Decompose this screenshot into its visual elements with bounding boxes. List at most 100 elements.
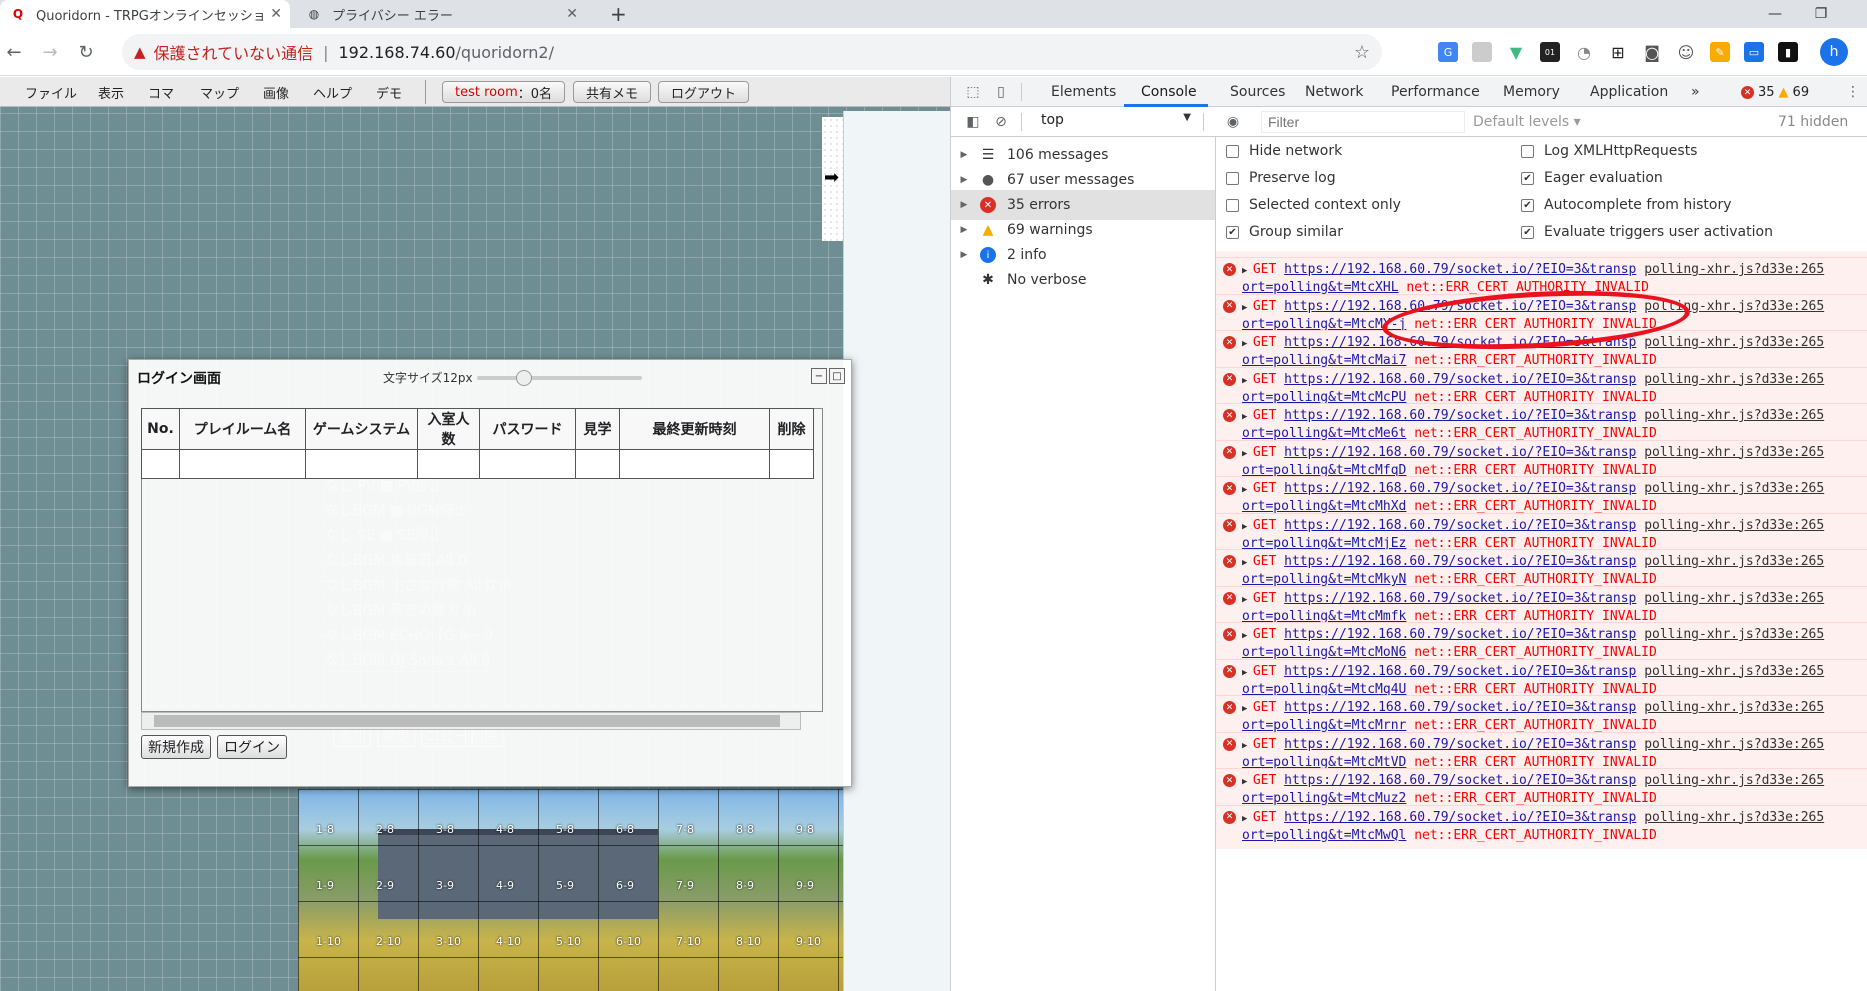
source-link[interactable]: polling-xhr.js?d33e:265 <box>1644 518 1824 533</box>
request-url[interactable]: https://192.168.60.79/socket.io/?EIO=3&t… <box>1284 810 1636 825</box>
request-url[interactable]: https://192.168.60.79/socket.io/?EIO=3&t… <box>1284 262 1636 277</box>
menu-file[interactable]: ファイル <box>25 83 77 102</box>
shared-memo-button[interactable]: 共有メモ <box>573 81 652 103</box>
binary-extension-icon[interactable]: 01 <box>1540 42 1560 62</box>
expand-triangle-icon[interactable]: ▶ <box>951 225 977 235</box>
clock-extension-icon[interactable]: ◔ <box>1574 42 1594 62</box>
request-url[interactable]: https://192.168.60.79/socket.io/?EIO=3&t… <box>1284 445 1636 460</box>
expand-triangle-icon[interactable]: ▶ <box>951 175 977 185</box>
inspect-element-icon[interactable]: ⬚ <box>963 82 983 102</box>
expand-triangle-icon[interactable]: ▶ <box>1242 266 1253 276</box>
request-url[interactable]: https://192.168.60.79/socket.io/?EIO=3&t… <box>1284 737 1636 752</box>
issue-counter[interactable]: ✕ 35 ▲ 69 <box>1741 85 1809 100</box>
close-tab-icon[interactable]: ✕ <box>270 6 282 22</box>
bookmark-extension-icon[interactable]: ▮ <box>1778 42 1798 62</box>
context-selector[interactable]: top ▼ <box>1041 112 1191 132</box>
sidebar-item-bug[interactable]: ✱ No verbose <box>951 265 1215 295</box>
source-link[interactable]: polling-xhr.js?d33e:265 <box>1644 627 1824 642</box>
expand-triangle-icon[interactable]: ▶ <box>1242 704 1253 714</box>
expand-triangle-icon[interactable]: ▶ <box>1242 339 1253 349</box>
request-url[interactable]: https://192.168.60.79/socket.io/?EIO=3&t… <box>1284 408 1636 423</box>
menu-view[interactable]: 表示 <box>98 83 124 102</box>
menu-demo[interactable]: デモ <box>376 83 402 102</box>
expand-triangle-icon[interactable]: ▶ <box>951 200 977 210</box>
network-extension-icon[interactable]: ⊞ <box>1608 42 1628 62</box>
menu-help[interactable]: ヘルプ <box>313 83 352 102</box>
menu-image[interactable]: 画像 <box>263 83 289 102</box>
expand-triangle-icon[interactable]: ▶ <box>1242 631 1253 641</box>
source-link[interactable]: polling-xhr.js?d33e:265 <box>1644 481 1824 496</box>
tab-quoridorn[interactable]: Q Quoridorn - TRPGオンラインセッショ ✕ <box>0 0 290 28</box>
expand-triangle-icon[interactable]: ▶ <box>951 250 977 260</box>
tab-elements[interactable]: Elements <box>1051 84 1116 100</box>
setting-checkbox[interactable]: Preserve log <box>1226 170 1336 186</box>
source-link[interactable]: polling-xhr.js?d33e:265 <box>1644 664 1824 679</box>
kebab-menu-icon[interactable]: ⋮ <box>1843 82 1863 102</box>
table-horizontal-scrollbar[interactable] <box>141 712 801 730</box>
expand-triangle-icon[interactable]: ▶ <box>1242 412 1253 422</box>
minimize-icon[interactable]: — <box>1752 0 1798 28</box>
reload-icon[interactable]: ↻ <box>74 40 98 64</box>
expand-triangle-icon[interactable]: ▶ <box>1242 376 1253 386</box>
table-row[interactable] <box>141 449 814 479</box>
expand-triangle-icon[interactable]: ▶ <box>1242 668 1253 678</box>
source-link[interactable]: polling-xhr.js?d33e:265 <box>1644 773 1824 788</box>
checked-box-icon[interactable]: ✔ <box>1521 198 1534 212</box>
pencil-extension-icon[interactable]: ✎ <box>1710 42 1730 62</box>
table-header[interactable]: ゲームシステム <box>305 408 418 450</box>
expand-triangle-icon[interactable]: ▶ <box>1242 741 1253 751</box>
unchecked-box-icon[interactable] <box>1521 144 1534 158</box>
request-url[interactable]: https://192.168.60.79/socket.io/?EIO=3&t… <box>1284 664 1636 679</box>
logout-button[interactable]: ログアウト <box>658 81 750 103</box>
expand-triangle-icon[interactable]: ▶ <box>1242 303 1253 313</box>
source-link[interactable]: polling-xhr.js?d33e:265 <box>1644 445 1824 460</box>
bookmark-star-icon[interactable]: ☆ <box>1354 42 1370 63</box>
log-levels-dropdown[interactable]: Default levels ▾ <box>1473 114 1581 130</box>
scrollbar-thumb[interactable] <box>154 715 780 727</box>
new-tab-button[interactable]: + <box>600 0 630 28</box>
source-link[interactable]: polling-xhr.js?d33e:265 <box>1644 408 1824 423</box>
login-button[interactable]: ログイン <box>217 735 287 759</box>
source-link[interactable]: polling-xhr.js?d33e:265 <box>1644 335 1824 350</box>
console-filter-input[interactable] <box>1261 111 1465 133</box>
translate-extension-icon[interactable]: G <box>1438 42 1458 62</box>
unchecked-box-icon[interactable] <box>1226 144 1239 158</box>
tab-console[interactable]: Console <box>1141 84 1197 100</box>
new-room-button[interactable]: 新規作成 <box>141 735 211 759</box>
camera-icon[interactable]: ◙ <box>1642 42 1662 62</box>
request-url[interactable]: https://192.168.60.79/socket.io/?EIO=3&t… <box>1284 554 1636 569</box>
room-info-button[interactable]: test room ：0名 <box>442 81 566 103</box>
console-error-row[interactable]: ✕ ▶ GET https://192.168.60.79/socket.io/?… <box>1216 804 1867 849</box>
maximize-dialog-icon[interactable]: □ <box>829 368 845 384</box>
tab-performance[interactable]: Performance <box>1391 84 1480 100</box>
table-header[interactable]: 削除 <box>769 408 814 450</box>
request-url[interactable]: https://192.168.60.79/socket.io/?EIO=3&t… <box>1284 700 1636 715</box>
restore-icon[interactable]: ❐ <box>1798 0 1844 28</box>
expand-triangle-icon[interactable]: ▶ <box>1242 522 1253 532</box>
checked-box-icon[interactable]: ✔ <box>1226 225 1239 239</box>
table-header[interactable]: パスワード <box>479 408 576 450</box>
table-header[interactable]: No. <box>141 408 180 450</box>
source-link[interactable]: polling-xhr.js?d33e:265 <box>1644 262 1824 277</box>
menu-piece[interactable]: コマ <box>148 83 174 102</box>
vue-devtools-icon[interactable]: ▼ <box>1506 42 1526 62</box>
extension-icon[interactable] <box>1472 42 1492 62</box>
request-url-continued[interactable]: ort=polling&t= <box>1242 828 1352 843</box>
request-url[interactable]: https://192.168.60.79/socket.io/?EIO=3&t… <box>1284 372 1636 387</box>
table-header[interactable]: 最終更新時刻 <box>619 408 770 450</box>
back-icon[interactable]: ← <box>2 40 26 64</box>
font-size-slider[interactable] <box>477 376 642 380</box>
source-link[interactable]: polling-xhr.js?d33e:265 <box>1644 737 1824 752</box>
expand-triangle-icon[interactable]: ▶ <box>1242 777 1253 787</box>
source-link[interactable]: polling-xhr.js?d33e:265 <box>1644 810 1824 825</box>
font-size-slider-knob[interactable] <box>516 370 532 386</box>
setting-checkbox[interactable]: Log XMLHttpRequests <box>1521 143 1697 159</box>
table-header[interactable]: 入室人数 <box>417 408 480 450</box>
expand-triangle-icon[interactable]: ▶ <box>1242 558 1253 568</box>
close-tab-icon[interactable]: ✕ <box>566 6 578 22</box>
expand-triangle-icon[interactable]: ▶ <box>951 150 977 160</box>
menu-map[interactable]: マップ <box>200 83 239 102</box>
request-url[interactable]: https://192.168.60.79/socket.io/?EIO=3&t… <box>1284 591 1636 606</box>
tab-network[interactable]: Network <box>1305 84 1363 100</box>
setting-checkbox[interactable]: Hide network <box>1226 143 1342 159</box>
